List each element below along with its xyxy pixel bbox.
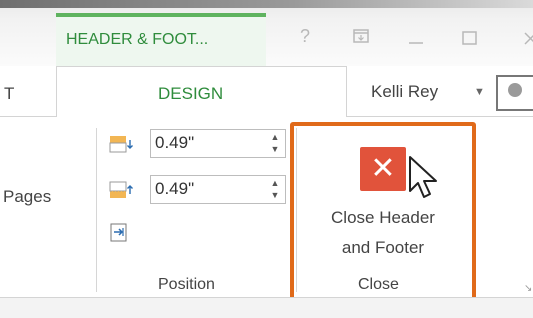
avatar-person-icon [508,83,522,97]
close-button-highlight [290,122,476,310]
minimize-button[interactable] [406,32,426,46]
group-separator-pages [96,128,97,292]
mouse-pointer-icon [409,156,437,198]
header-from-top-value[interactable]: 0.49" [155,133,194,153]
document-area-top [0,298,533,318]
avatar[interactable] [496,75,533,111]
spin-down-icon[interactable]: ▼ [269,189,281,201]
minimize-icon [409,42,423,44]
header-position-icon [109,136,133,153]
title-bar-top-strip [0,0,533,8]
pages-group-label: Pages [3,187,52,206]
close-window-button[interactable] [522,30,533,46]
position-group-label: Position [158,276,215,293]
ribbon-display-options-button[interactable] [352,28,372,46]
help-button[interactable]: ? [300,26,310,47]
spin-up-icon[interactable]: ▲ [269,131,281,143]
dialog-launcher-icon[interactable]: ↘ [524,283,532,294]
tab-partial-left[interactable]: T [4,84,14,104]
footer-from-bottom-arrows[interactable]: ▲ ▼ [269,177,281,201]
contextual-tab-label: HEADER & FOOT... [66,31,209,48]
account-dropdown-icon[interactable]: ▼ [474,86,485,98]
header-from-top-arrows[interactable]: ▲ ▼ [269,131,281,155]
user-name[interactable]: Kelli Rey [371,82,438,102]
close-window-icon [524,32,533,45]
spin-down-icon[interactable]: ▼ [269,143,281,155]
maximize-icon [462,31,477,45]
insert-alignment-tab-icon[interactable] [109,222,129,244]
maximize-button[interactable] [460,30,480,48]
spin-up-icon[interactable]: ▲ [269,177,281,189]
footer-position-icon [109,181,133,198]
tab-design-label: DESIGN [158,84,224,103]
header-from-top-stepper[interactable]: 0.49" ▲ ▼ [150,129,286,158]
ribbon-display-options-icon [353,29,369,43]
footer-from-bottom-stepper[interactable]: 0.49" ▲ ▼ [150,175,286,204]
footer-from-bottom-value[interactable]: 0.49" [155,179,194,199]
